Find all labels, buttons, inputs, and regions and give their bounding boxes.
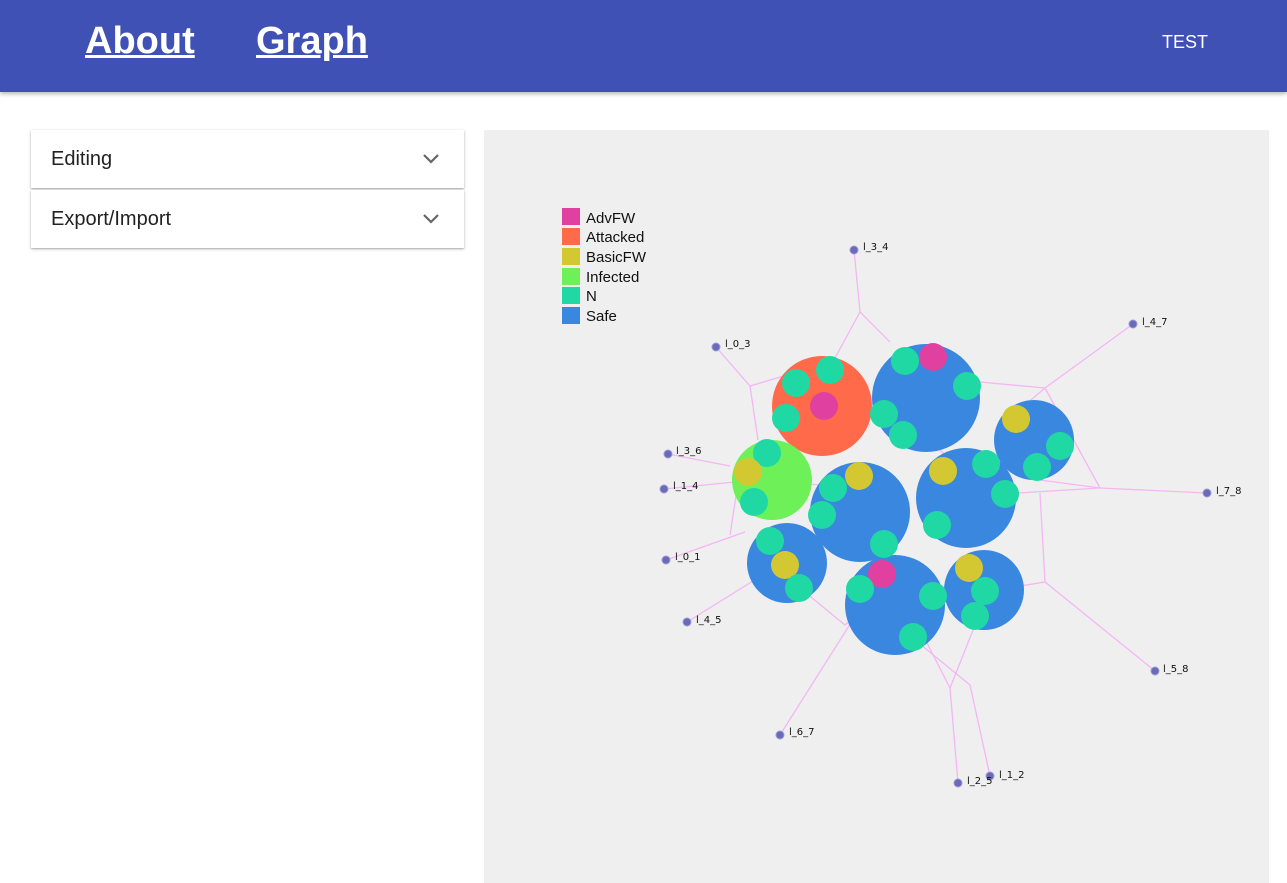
sub-node-basicfw bbox=[955, 554, 983, 582]
link-label: l_1_2 bbox=[999, 770, 1025, 781]
link-line bbox=[853, 249, 891, 343]
sub-node-basicfw bbox=[845, 462, 873, 490]
network-graph[interactable]: l_3_4 l_4_7 l_0_3 l_3_6 l_1_4 l_7_8 l_0_… bbox=[484, 130, 1269, 883]
link-line bbox=[1039, 492, 1046, 583]
user-label[interactable]: TEST bbox=[1162, 32, 1208, 53]
link-label: l_4_7 bbox=[1142, 317, 1168, 328]
legend-swatch-n bbox=[562, 287, 580, 304]
endpoint-dot bbox=[661, 555, 671, 565]
sub-node-n bbox=[819, 474, 847, 502]
editing-panel-title: Editing bbox=[51, 148, 113, 170]
sidebar-accordion: Editing Export/Import bbox=[31, 130, 464, 248]
link-label: l_3_4 bbox=[863, 242, 889, 253]
sub-node-n bbox=[785, 574, 813, 602]
sub-node-n bbox=[891, 347, 919, 375]
sub-node-advfw bbox=[810, 392, 838, 420]
sub-node-n bbox=[899, 623, 927, 651]
endpoint-dot bbox=[1150, 666, 1160, 676]
legend-swatch-advfw bbox=[562, 208, 580, 225]
app-bar: About Graph TEST bbox=[0, 0, 1287, 92]
legend-swatch-basicfw bbox=[562, 248, 580, 265]
legend-label-n: N bbox=[586, 288, 597, 305]
sub-node-n bbox=[889, 421, 917, 449]
link-label: l_7_8 bbox=[1216, 486, 1242, 497]
sub-node-basicfw bbox=[929, 457, 957, 485]
sub-node-n bbox=[756, 527, 784, 555]
sub-node-n bbox=[919, 582, 947, 610]
link-label: l_5_8 bbox=[1163, 664, 1189, 675]
link-label: l_0_1 bbox=[675, 552, 701, 563]
sub-node-n bbox=[971, 577, 999, 605]
chevron-down-icon[interactable] bbox=[422, 209, 440, 227]
sub-node-n bbox=[816, 356, 844, 384]
link-label: l_6_7 bbox=[789, 727, 815, 738]
export-import-panel[interactable]: Export/Import bbox=[31, 190, 464, 248]
sub-node-n bbox=[808, 501, 836, 529]
link-line bbox=[834, 311, 861, 359]
sub-node-n bbox=[870, 400, 898, 428]
sub-node-n bbox=[846, 575, 874, 603]
endpoint-dot bbox=[849, 245, 859, 255]
legend-label-basicfw: BasicFW bbox=[586, 249, 647, 266]
sub-node-basicfw bbox=[734, 458, 762, 486]
link-line bbox=[1039, 479, 1101, 489]
link-label: l_2_5 bbox=[967, 776, 993, 787]
sub-node-advfw bbox=[919, 343, 947, 371]
sub-node-n bbox=[870, 530, 898, 558]
sub-node-n bbox=[782, 369, 810, 397]
node-circles[interactable] bbox=[732, 344, 1074, 655]
endpoint-dot bbox=[1128, 319, 1138, 329]
legend-label-advfw: AdvFW bbox=[586, 210, 636, 227]
endpoint-dot bbox=[711, 342, 721, 352]
link-line bbox=[979, 323, 1134, 389]
endpoint-dot bbox=[659, 484, 669, 494]
sub-node-n bbox=[1046, 432, 1074, 460]
link-label: l_3_6 bbox=[676, 446, 702, 457]
sub-node-n bbox=[740, 488, 768, 516]
link-line bbox=[1017, 487, 1101, 494]
sub-node-n bbox=[961, 602, 989, 630]
sub-node-n bbox=[972, 450, 1000, 478]
sub-node-n bbox=[923, 511, 951, 539]
legend-label-safe: Safe bbox=[586, 308, 617, 325]
link-line bbox=[715, 346, 788, 387]
legend-swatch-safe bbox=[562, 307, 580, 324]
endpoint-dot bbox=[775, 730, 785, 740]
endpoint-dot bbox=[1202, 488, 1212, 498]
sub-node-n bbox=[772, 404, 800, 432]
legend-label-attacked: Attacked bbox=[586, 229, 644, 246]
nav-about-link[interactable]: About bbox=[85, 20, 195, 63]
link-line bbox=[749, 385, 759, 441]
sub-node-basicfw bbox=[1002, 405, 1030, 433]
link-label: l_1_4 bbox=[673, 481, 699, 492]
legend: AdvFW Attacked BasicFW Infected N Safe bbox=[562, 208, 647, 325]
chevron-down-icon[interactable] bbox=[422, 149, 440, 167]
legend-label-infected: Infected bbox=[586, 269, 639, 286]
sub-node-n bbox=[991, 480, 1019, 508]
nav-graph-link[interactable]: Graph bbox=[256, 20, 368, 63]
link-line bbox=[914, 639, 991, 777]
editing-panel[interactable]: Editing bbox=[31, 130, 464, 188]
link-label: l_4_5 bbox=[696, 615, 722, 626]
endpoint-dot bbox=[682, 617, 692, 627]
endpoint-dot bbox=[663, 449, 673, 459]
sub-node-n bbox=[1023, 453, 1051, 481]
export-import-panel-title: Export/Import bbox=[51, 208, 172, 230]
legend-swatch-attacked bbox=[562, 228, 580, 245]
link-label: l_0_3 bbox=[725, 339, 751, 350]
endpoint-dot bbox=[953, 778, 963, 788]
legend-swatch-infected bbox=[562, 268, 580, 285]
graph-canvas[interactable]: l_3_4 l_4_7 l_0_3 l_3_6 l_1_4 l_7_8 l_0_… bbox=[484, 130, 1269, 883]
sub-node-n bbox=[953, 372, 981, 400]
